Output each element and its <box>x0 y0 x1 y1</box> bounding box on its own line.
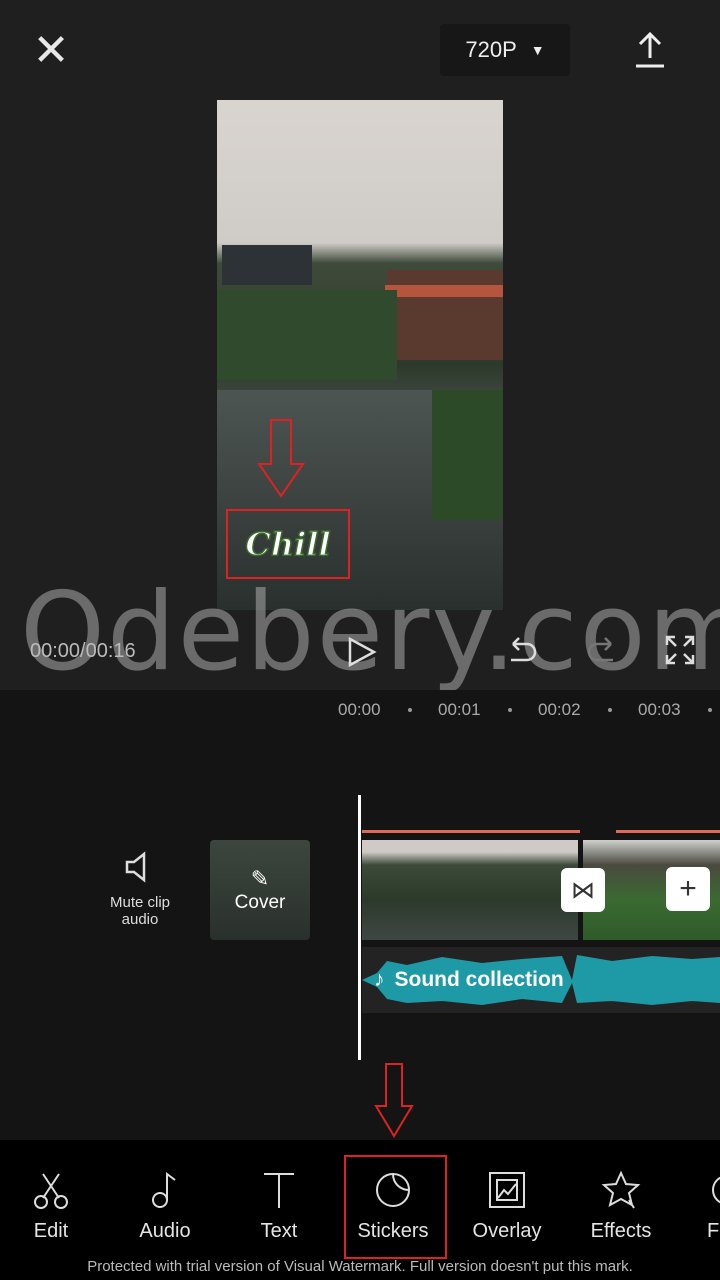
sticker-text: Chill <box>245 524 332 564</box>
toolbar-label: Effects <box>590 1220 652 1242</box>
fullscreen-icon[interactable] <box>664 634 696 666</box>
export-icon[interactable] <box>632 30 668 70</box>
toolbar-effects[interactable]: Effects <box>571 1170 671 1243</box>
toolbar-filters[interactable]: Fi <box>685 1170 720 1243</box>
toolbar-label: Fi <box>707 1220 720 1242</box>
cover-label: Cover <box>234 892 286 913</box>
tick-dot <box>708 708 712 712</box>
add-clip-button[interactable]: + <box>666 867 710 911</box>
text-icon <box>264 1173 294 1208</box>
annotation-arrow-icon <box>374 1063 414 1138</box>
speaker-icon <box>125 851 146 883</box>
transition-icon: ⋈ <box>571 876 595 904</box>
playback-time: 00:00/00:16 <box>30 640 136 662</box>
toolbar-text[interactable]: Text <box>229 1170 329 1243</box>
tick-dot <box>508 708 512 712</box>
filter-icon <box>712 1176 720 1204</box>
music-note-icon <box>152 1172 176 1208</box>
scissors-icon <box>34 1173 68 1209</box>
toolbar-label: Text <box>260 1220 298 1242</box>
watermark-notice: Protected with trial version of Visual W… <box>87 1258 633 1275</box>
watermark: Odebery.com <box>20 570 720 695</box>
playhead[interactable] <box>358 795 361 1060</box>
cover-button[interactable]: ✎ Cover <box>210 840 310 940</box>
overlay-icon <box>489 1172 525 1208</box>
sticker-text-highlight[interactable]: Chill <box>226 509 350 579</box>
close-icon[interactable]: ✕ <box>30 29 72 73</box>
tick-dot <box>408 708 412 712</box>
annotation-arrow-icon <box>257 419 305 498</box>
toolbar-overlay[interactable]: Overlay <box>457 1170 557 1243</box>
tick-dot <box>608 708 612 712</box>
transition-button[interactable]: ⋈ <box>561 868 605 912</box>
effects-star-icon <box>601 1170 641 1209</box>
play-icon[interactable] <box>345 636 377 668</box>
pencil-icon: ✎ <box>250 866 270 891</box>
undo-icon[interactable] <box>505 634 539 668</box>
timeline-tick: 00:02 <box>538 700 581 719</box>
toolbar-label: Audio <box>139 1220 191 1242</box>
toolbar-edit[interactable]: Edit <box>1 1170 101 1243</box>
audio-clip-label: ♪ Sound collection <box>374 968 564 992</box>
audio-name: Sound collection <box>394 968 564 991</box>
video-clip-1[interactable] <box>362 840 578 940</box>
resolution-value: 720P <box>465 37 517 62</box>
music-note-icon: ♪ <box>374 968 385 991</box>
toolbar-label: Edit <box>33 1220 69 1242</box>
clip-selection-line <box>362 830 580 833</box>
mute-label: Mute clip audio <box>109 894 171 928</box>
plus-icon: + <box>679 872 697 905</box>
caret-down-icon: ▼ <box>530 42 545 58</box>
resolution-selector[interactable]: 720P ▼ <box>440 24 570 76</box>
timeline-tick: 00:01 <box>438 700 481 719</box>
toolbar-audio[interactable]: Audio <box>115 1170 215 1243</box>
toolbar-label: Overlay <box>472 1220 542 1242</box>
clip-selection-line <box>616 830 720 833</box>
timeline-tick: 00:03 <box>638 700 681 719</box>
stickers-highlight-box <box>344 1155 447 1259</box>
redo-icon[interactable] <box>585 634 619 668</box>
timeline-tick: 00:00 <box>338 700 381 719</box>
mute-clip-audio-button[interactable]: Mute clip audio <box>100 850 180 928</box>
